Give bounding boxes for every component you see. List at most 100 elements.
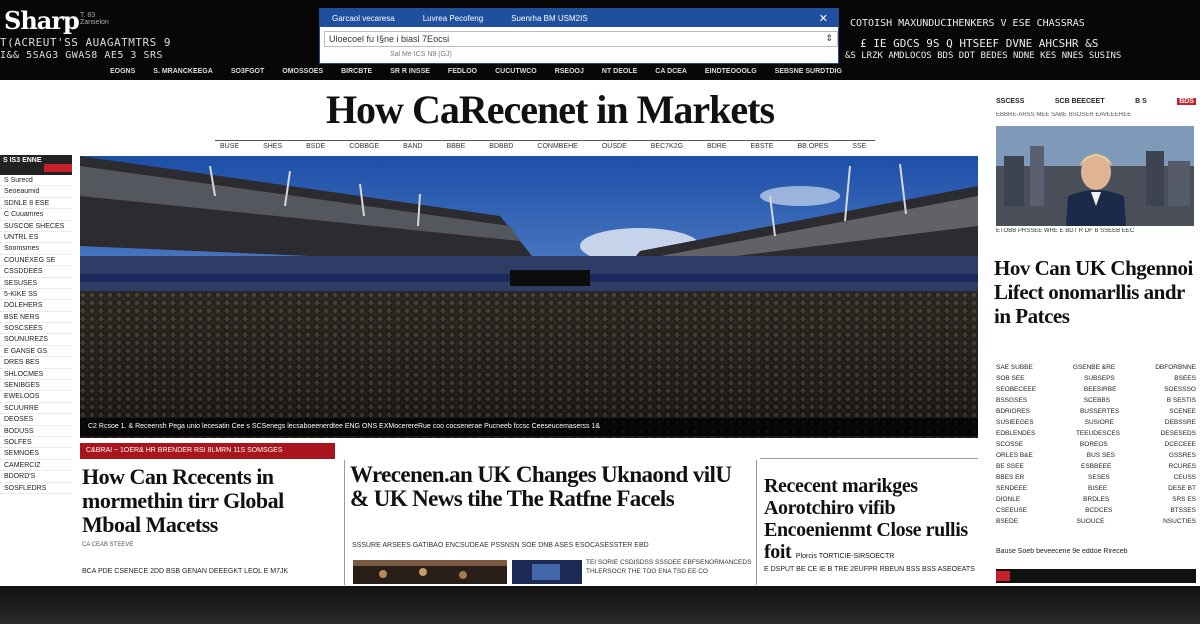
brief-row[interactable]: SCOSSE BOREOS DCECEEE <box>996 439 1196 450</box>
browser-tab[interactable]: Garcaol vecaresa <box>332 14 395 23</box>
brief-row[interactable]: DIONLE BRDLES SRS ES <box>996 494 1196 505</box>
brief-row[interactable]: SEOBECEEE BEESIRBE SOESSSO <box>996 384 1196 395</box>
rcol-label[interactable]: SCB BEECEET <box>1055 98 1105 105</box>
close-icon[interactable]: ✕ <box>819 12 828 25</box>
sidebar-item[interactable]: BODUSS <box>0 426 72 437</box>
sidebar-item[interactable]: SHLOCMES <box>0 369 72 381</box>
sidebar-item[interactable]: EWELOOS <box>0 391 72 403</box>
sidebar-item[interactable]: DEOSES <box>0 414 72 426</box>
subnav-link[interactable]: COBBGE <box>349 143 379 150</box>
brief-row[interactable]: BDRIORES BUSSERTES SCENEE <box>996 406 1196 417</box>
brief-cell: BE SSEE <box>996 463 1024 470</box>
sidebar-item[interactable]: SOUNUREZS <box>0 334 72 346</box>
sidebar-item[interactable]: CSSDDEES <box>0 266 72 278</box>
nav-link[interactable]: SR R INSSE <box>390 68 430 75</box>
subnav-link[interactable]: BUSE <box>220 143 239 150</box>
dropdown-icon[interactable]: ⇕ <box>825 33 833 44</box>
brief-row[interactable]: SENDEEE BISEE DESE BT <box>996 483 1196 494</box>
nav-link[interactable]: EOGNS <box>110 68 135 75</box>
sidebar-item[interactable]: UNTRL ES <box>0 232 72 244</box>
subnav-link[interactable]: BDRE <box>707 143 726 150</box>
subnav-link[interactable]: BSDE <box>306 143 325 150</box>
brief-row[interactable]: BSEDE SUOUCE NSUCTIES <box>996 516 1196 527</box>
nav-link[interactable]: OMOSSOES <box>282 68 323 75</box>
story-headline-1[interactable]: How Can Rcecents in mormethin tirr Globa… <box>82 465 342 537</box>
brief-row[interactable]: SOB SEE SUBSEPS BSEES <box>996 373 1196 384</box>
nav-link[interactable]: SO3FGOT <box>231 68 264 75</box>
story-headline-3[interactable]: Rececent marikges Aorotchiro vifib Encoe… <box>764 475 979 563</box>
sidebar-item[interactable]: SENIBGES <box>0 380 72 392</box>
sidebar-item[interactable]: SUSCOE SHECES <box>0 221 72 232</box>
site-logo[interactable]: Sharp <box>4 6 80 35</box>
brief-cell: B SESTIS <box>1166 397 1196 404</box>
sidebar-item[interactable]: SESUSES <box>0 278 72 289</box>
subnav-link[interactable]: BAND <box>403 143 422 150</box>
nav-link[interactable]: S. MRANCKEEGA <box>153 68 213 75</box>
nav-link[interactable]: RSEOOJ <box>555 68 584 75</box>
sidebar-item[interactable]: 5-KIKE SS <box>0 289 72 301</box>
brief-cell: SCENEE <box>1169 408 1196 415</box>
subnav-link[interactable]: SSE <box>852 143 866 150</box>
politician-photo[interactable] <box>996 126 1194 226</box>
subnav-link[interactable]: BDBBD <box>489 143 513 150</box>
sidebar-item[interactable]: SDNLE 8 ESE <box>0 198 72 210</box>
subnav-link[interactable]: BEC7K2G <box>651 143 683 150</box>
brief-row[interactable]: BBES ER SESES CEUSS <box>996 472 1196 483</box>
sidebar-item[interactable]: C Cuuamres <box>0 209 72 221</box>
brief-row[interactable]: CSEEUSE BCDCES BTSSES <box>996 505 1196 516</box>
subnav-link[interactable]: OUSDE <box>602 143 627 150</box>
brief-row[interactable]: ORLES B&E BUS SES GSSRES <box>996 450 1196 461</box>
subnav-link[interactable]: SHES <box>263 143 282 150</box>
sidebar-item[interactable]: BSE NERS <box>0 312 72 324</box>
browser-tab[interactable]: Luvrea Pecofeng <box>423 14 484 23</box>
address-bar[interactable]: Uloecoel fu I§ne i biasl 7Eocsi ⇕ <box>324 31 838 47</box>
brief-row[interactable]: EDBLENDES TEEUDESCES DESESEDS <box>996 428 1196 439</box>
story-thumbnail[interactable] <box>353 560 507 584</box>
brief-cell: SAE SUBBE <box>996 364 1033 371</box>
rcol-footer: Bause Soeb beveecene 9e eddoe Rireceb <box>996 548 1128 555</box>
subnav-link[interactable]: BBBE <box>447 143 466 150</box>
story-meta: CA CEAB STEEVE <box>82 542 134 548</box>
sidebar-item[interactable]: SOSFLEDRS <box>0 483 72 494</box>
rcol-badge[interactable]: BDS <box>1177 98 1196 105</box>
subnav-link[interactable]: EBSTE <box>751 143 774 150</box>
nav-link[interactable]: FEDLOO <box>448 68 477 75</box>
nav-link[interactable]: NT DEOLE <box>602 68 637 75</box>
nav-link[interactable]: SEBSNE SURDTDIG <box>775 68 842 75</box>
sidebar-item[interactable]: E GANSE GS <box>0 346 72 358</box>
subnav-link[interactable]: CONMBEHE <box>537 143 577 150</box>
hero-photo[interactable] <box>80 156 978 438</box>
sidebar-item[interactable]: BDORD'S <box>0 471 72 483</box>
sidebar-item[interactable]: DOLEHERS <box>0 300 72 312</box>
sidebar-item[interactable]: CAMERCIZ <box>0 460 72 472</box>
rcol-label[interactable]: B S <box>1135 98 1147 105</box>
sidebar-item[interactable]: SEMNOES <box>0 448 72 460</box>
brief-cell: SEOBECEEE <box>996 386 1037 393</box>
story-thumbnail[interactable] <box>512 560 582 584</box>
nav-link[interactable]: EINDTEOOOLG <box>705 68 757 75</box>
story-headline-2[interactable]: Wrecenen.an UK Changes Uknaond vilU & UK… <box>350 463 750 511</box>
sidebar-item[interactable]: S Surecd <box>0 175 72 187</box>
page-headline[interactable]: How CaRecenet in Markets <box>0 86 1100 133</box>
sidebar-item[interactable]: COUNEXEG SE <box>0 255 72 267</box>
nav-link[interactable]: CA DCEA <box>655 68 687 75</box>
brief-cell: BEESIRBE <box>1083 386 1117 393</box>
sidebar-item[interactable]: SOLFES <box>0 437 72 449</box>
brief-row[interactable]: SAE SUBBE GSENBE &RE DBFORBNNE <box>996 362 1196 373</box>
browser-tab[interactable]: Suenrha BM USM2IS <box>511 14 587 23</box>
sidebar-item[interactable]: Seoeaumid <box>0 186 72 198</box>
sidebar-item[interactable]: DRES BES <box>0 357 72 369</box>
subnav-link[interactable]: BB.OPES <box>797 143 828 150</box>
column-divider <box>756 460 757 585</box>
sidebar-item[interactable]: SOSCSEES <box>0 323 72 335</box>
nav-link[interactable]: CUCUTWCO <box>495 68 537 75</box>
nav-link[interactable]: BIRCBTE <box>341 68 372 75</box>
brief-row[interactable]: BE SSEE ESBBEEE RCURES <box>996 461 1196 472</box>
rcol-label[interactable]: SSCESS <box>996 98 1024 105</box>
sidebar-item[interactable]: Soomsmes <box>0 243 72 255</box>
sidebar-item[interactable]: SCUURRE <box>0 403 72 415</box>
brief-row[interactable]: BSSGSES SCEBBS B SESTIS <box>996 395 1196 406</box>
brief-row[interactable]: SUSIEEGES SUSIORE DEBSSRE <box>996 417 1196 428</box>
brief-cell: TEEUDESCES <box>1075 430 1121 437</box>
rcol-headline[interactable]: Hov Can UK Chgennoi Lifect onomarllis an… <box>994 256 1199 328</box>
